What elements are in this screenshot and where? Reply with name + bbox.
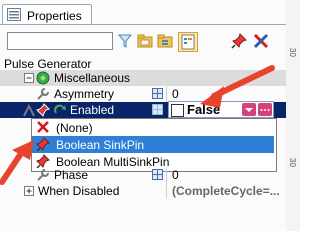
ruler-label: 30 <box>288 48 297 57</box>
ruler-label: 30 <box>288 158 297 167</box>
properties-icon <box>7 8 21 21</box>
column-separator <box>166 167 167 183</box>
wrench-icon <box>37 88 49 100</box>
collapse-icon[interactable] <box>24 73 34 83</box>
search-input[interactable] <box>7 32 113 50</box>
grid-icon <box>152 169 163 180</box>
expand-icon[interactable] <box>24 186 34 196</box>
property-name: Asymmetry <box>54 87 114 101</box>
property-value[interactable]: (CompleteCycle=... <box>172 184 280 198</box>
object-title: Pulse Generator <box>4 57 92 71</box>
dropdown-option-boolean-sinkpin[interactable]: Boolean SinkPin <box>32 136 274 153</box>
pin-icon <box>36 137 50 151</box>
properties-panel: Properties Pulse Generator Miscellaneous… <box>0 0 287 231</box>
refresh-icon <box>54 104 66 113</box>
tab-label: Properties <box>27 9 82 23</box>
column-separator <box>166 86 167 102</box>
x-icon <box>37 121 49 133</box>
property-row-phase[interactable]: Phase 0 <box>0 167 286 183</box>
property-name: Phase <box>54 168 89 182</box>
column-separator <box>166 183 167 199</box>
option-label: (None) <box>56 121 93 135</box>
option-label: Boolean SinkPin <box>56 138 145 152</box>
sorted-icon[interactable] <box>156 32 174 50</box>
link-icon <box>23 103 35 117</box>
tab-properties[interactable]: Properties <box>2 4 92 25</box>
property-value[interactable]: 0 <box>172 168 179 182</box>
tab-divider <box>0 24 286 25</box>
grid-icon <box>152 88 163 99</box>
category-icon <box>36 71 50 85</box>
filter-icon[interactable] <box>116 32 134 50</box>
annotation-arrow-icon <box>0 140 34 185</box>
pin-icon <box>36 103 50 117</box>
tools-icon[interactable] <box>252 32 270 50</box>
dropdown-option-none[interactable]: (None) <box>32 119 274 136</box>
vertical-ruler: 30 30 <box>286 0 300 231</box>
property-name: Enabled <box>70 103 115 117</box>
property-name: When Disabled <box>38 184 120 198</box>
enabled-checkbox[interactable] <box>171 104 184 117</box>
grid-icon <box>152 104 163 115</box>
category-label: Miscellaneous <box>54 71 131 85</box>
categorized-icon[interactable] <box>136 32 154 50</box>
property-row-when-disabled[interactable]: When Disabled (CompleteCycle=... <box>0 183 286 199</box>
property-pages-icon[interactable] <box>178 32 198 52</box>
annotation-arrow-icon <box>200 65 275 108</box>
pin-icon[interactable] <box>230 32 248 50</box>
pin-icon <box>36 154 50 168</box>
binding-dropdown[interactable]: (None) Boolean SinkPin Boolean MultiSink… <box>31 118 277 172</box>
wrench-icon <box>37 169 49 181</box>
property-value[interactable]: 0 <box>172 87 179 101</box>
